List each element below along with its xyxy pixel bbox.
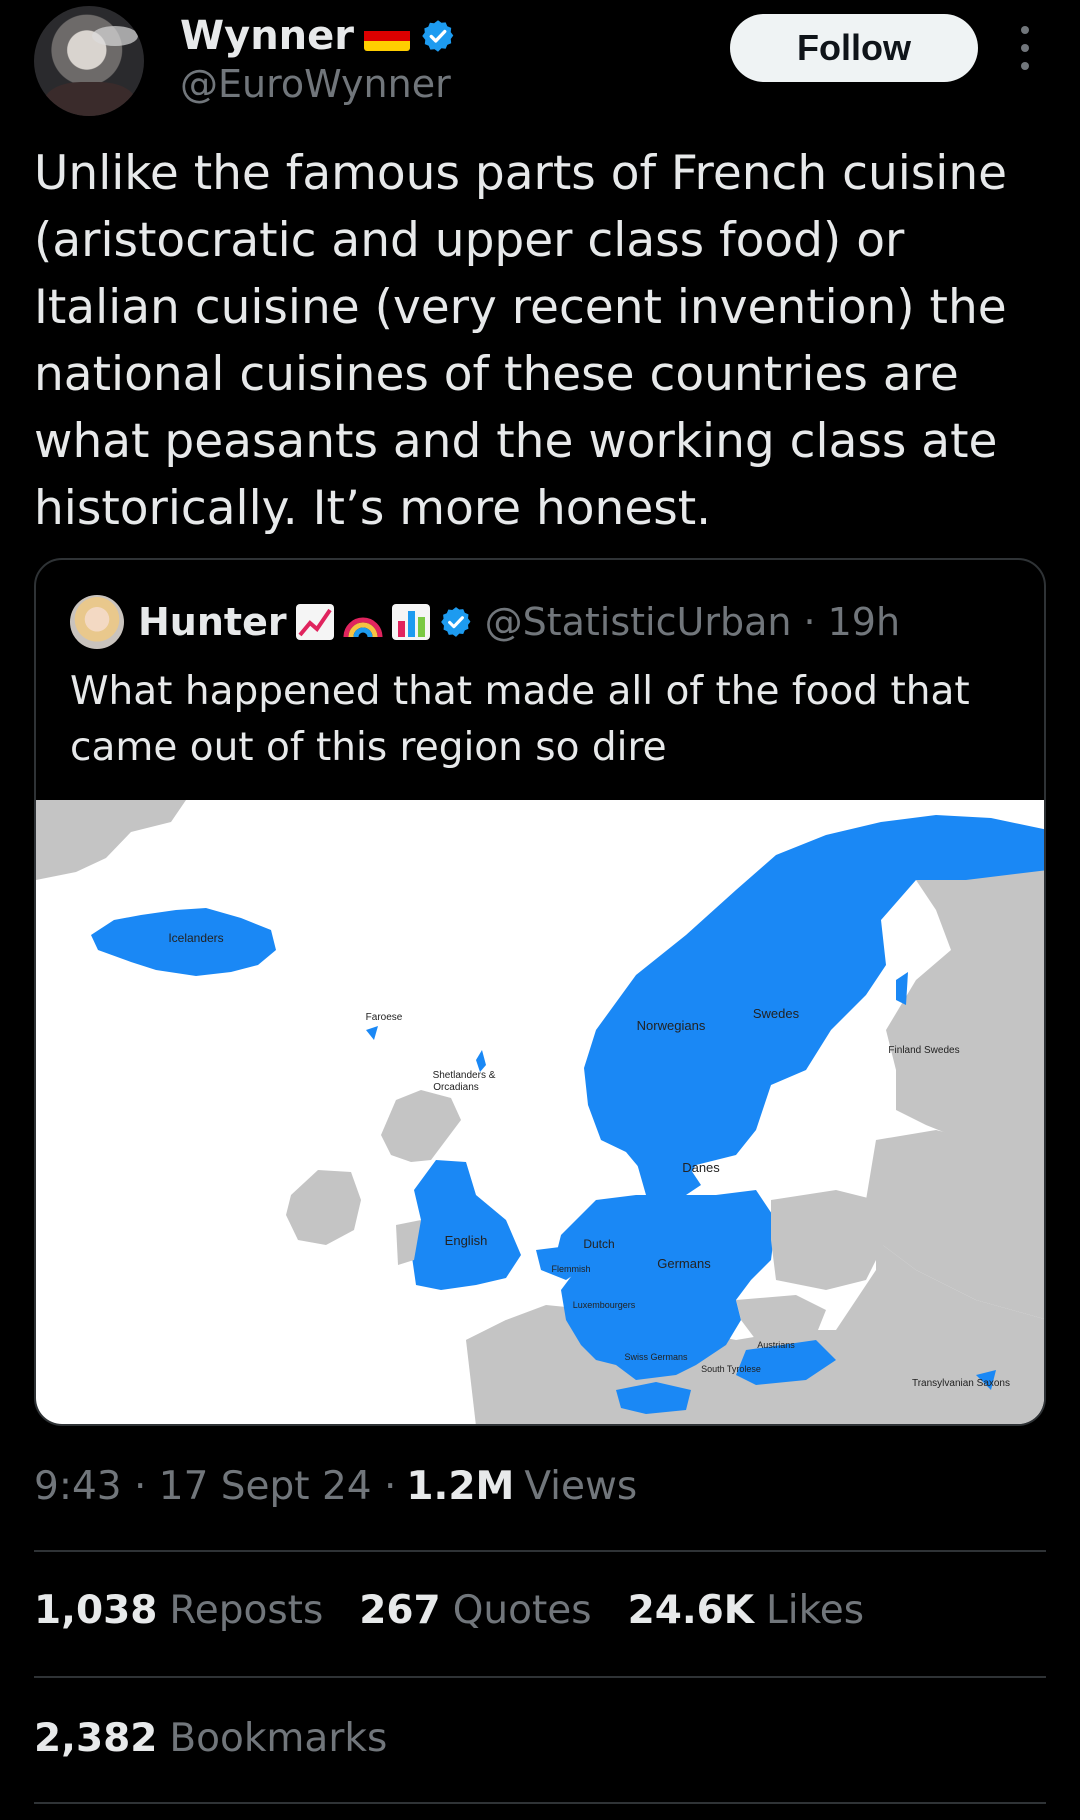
finland-russia: [886, 870, 1044, 1160]
quoted-author-handle[interactable]: @StatisticUrban: [485, 600, 792, 644]
scotland: [381, 1090, 461, 1162]
map-label-south-tyrolese: South Tyrolese: [701, 1364, 761, 1374]
map-label-flemish: Flemmish: [551, 1264, 590, 1274]
map-label-faroese: Faroese: [366, 1012, 403, 1023]
bookmarks-count: 2,382: [34, 1716, 158, 1761]
likes-label: Likes: [766, 1588, 865, 1633]
engagement-stats: 1,038 Reposts 267 Quotes 24.6K Likes: [34, 1588, 900, 1633]
reposts-count: 1,038: [34, 1588, 158, 1633]
map-label-luxembourgers: Luxembourgers: [573, 1300, 636, 1310]
author-name[interactable]: Wynner: [180, 13, 354, 59]
verified-badge-icon: [422, 20, 454, 52]
chart-increasing-emoji-icon: [295, 604, 334, 640]
likes-stat[interactable]: 24.6K Likes: [628, 1588, 865, 1633]
more-options-icon[interactable]: [1010, 26, 1040, 70]
map-label-swiss-germans: Swiss Germans: [624, 1352, 688, 1362]
views-count: 1.2M: [406, 1464, 515, 1509]
tweet-timestamp[interactable]: 9:43 · 17 Sept 24 ·: [34, 1464, 396, 1509]
quoted-verified-badge-icon: [440, 607, 471, 637]
avatar-suit: [44, 82, 136, 116]
greenland-landmass: [36, 800, 186, 880]
faroe-islands: [366, 1026, 378, 1040]
poland: [771, 1190, 886, 1290]
quoted-tweet[interactable]: Hunter @StatisticUrban · 19h What happen…: [34, 558, 1046, 1426]
avatar-smoke: [92, 26, 138, 46]
quotes-label: Quotes: [452, 1588, 592, 1633]
map-label-swedes: Swedes: [753, 1006, 800, 1021]
map-label-dutch: Dutch: [583, 1237, 614, 1251]
quoted-author-name[interactable]: Hunter: [138, 600, 287, 644]
author-handle[interactable]: @EuroWynner: [180, 62, 451, 106]
author-avatar[interactable]: [34, 6, 144, 116]
quoted-author-avatar[interactable]: [70, 595, 124, 649]
england: [411, 1160, 521, 1290]
views-label: Views: [524, 1464, 638, 1509]
quotes-stat[interactable]: 267 Quotes: [359, 1588, 591, 1633]
europe-map-image[interactable]: Icelanders Faroese Shetlanders & Orcadia…: [36, 800, 1044, 1424]
map-label-germans: Germans: [657, 1256, 711, 1271]
map-label-norwegians: Norwegians: [637, 1018, 706, 1033]
bookmarks-stat[interactable]: 2,382 Bookmarks: [34, 1716, 387, 1761]
germany-flag-icon: [364, 21, 411, 51]
map-label-icelanders: Icelanders: [168, 931, 223, 945]
map-label-orcadians: Orcadians: [433, 1082, 479, 1093]
quotes-count: 267: [359, 1588, 441, 1633]
quoted-tweet-time: · 19h: [803, 600, 901, 644]
author-name-row: Wynner: [180, 10, 456, 62]
map-label-english: English: [445, 1233, 488, 1248]
follow-button[interactable]: Follow: [730, 14, 978, 82]
divider-top: [34, 1550, 1046, 1552]
tweet-meta: 9:43 · 17 Sept 24 · 1.2M Views: [34, 1464, 637, 1509]
ireland: [286, 1170, 361, 1245]
shetland-islands: [476, 1050, 486, 1072]
bookmarks-label: Bookmarks: [169, 1716, 388, 1761]
finland-swedes-coast: [896, 972, 908, 1005]
czechia: [736, 1295, 826, 1340]
rainbow-emoji-icon: [343, 617, 383, 638]
likes-count: 24.6K: [627, 1588, 755, 1633]
divider-middle: [34, 1676, 1046, 1678]
tweet-text: Unlike the famous parts of French cuisin…: [34, 146, 1008, 536]
quoted-tweet-text: What happened that made all of the food …: [70, 669, 970, 770]
bar-chart-emoji-icon: [391, 604, 430, 640]
map-label-shetlanders: Shetlanders &: [433, 1070, 496, 1081]
divider-bottom: [34, 1802, 1046, 1804]
map-label-austrians: Austrians: [757, 1340, 795, 1350]
map-label-finland-swedes: Finland Swedes: [888, 1045, 959, 1056]
map-label-transylvanian-saxons: Transylvanian Saxons: [912, 1378, 1010, 1389]
reposts-stat[interactable]: 1,038 Reposts: [34, 1588, 323, 1633]
quoted-tweet-header: Hunter @StatisticUrban · 19h: [70, 594, 900, 650]
map-label-danes: Danes: [682, 1160, 720, 1175]
reposts-label: Reposts: [169, 1588, 324, 1633]
